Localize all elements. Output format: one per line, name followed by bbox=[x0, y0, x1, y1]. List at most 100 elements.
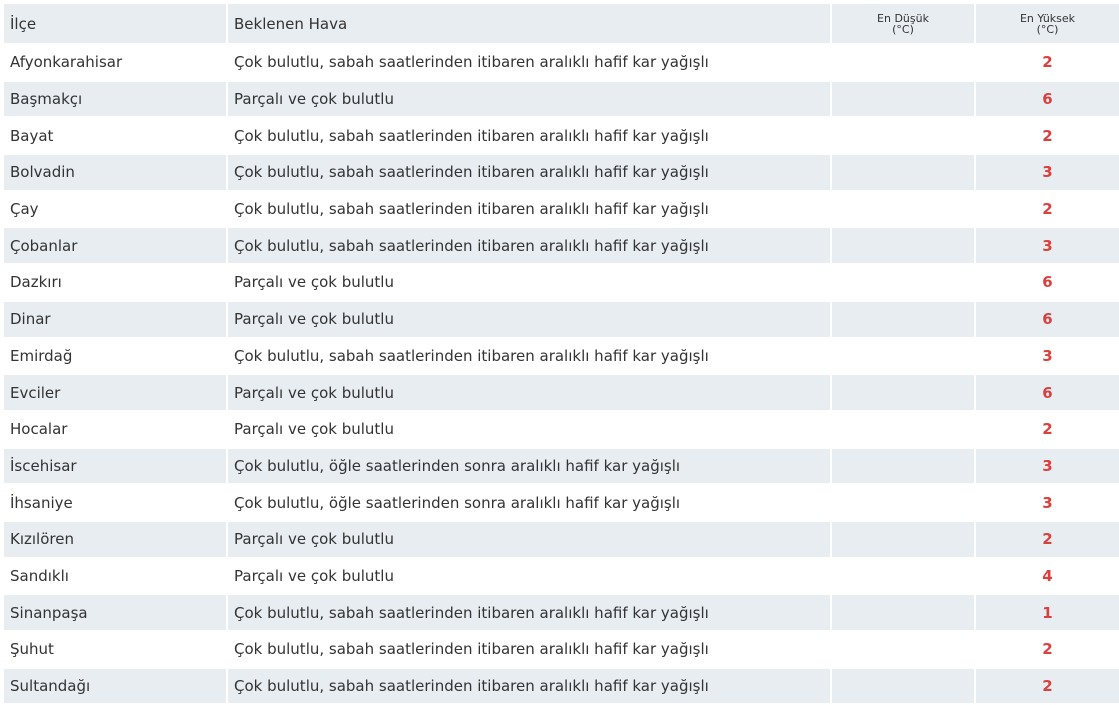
min-temp-cell bbox=[832, 338, 974, 374]
forecast-table: İlçe Beklenen Hava En Düşük (°C) En Yüks… bbox=[2, 2, 1119, 705]
min-temp-cell bbox=[832, 375, 974, 410]
min-temp-cell bbox=[832, 668, 974, 704]
max-temp-cell: 6 bbox=[976, 265, 1119, 300]
min-temp-cell bbox=[832, 485, 974, 520]
max-temp-cell: 6 bbox=[976, 301, 1119, 337]
header-max-temp-unit: (°C) bbox=[1036, 22, 1059, 36]
table-row: Bayat Çok bulutlu, sabah saatlerinden it… bbox=[4, 118, 1119, 154]
max-temp-cell: 3 bbox=[976, 228, 1119, 264]
table-row: Başmakçı Parçalı ve çok bulutlu 6 bbox=[4, 81, 1119, 117]
table-row: Çay Çok bulutlu, sabah saatlerinden itib… bbox=[4, 191, 1119, 227]
weather-cell: Parçalı ve çok bulutlu bbox=[228, 375, 830, 410]
weather-cell: Çok bulutlu, sabah saatlerinden itibaren… bbox=[228, 668, 830, 704]
district-cell: Evciler bbox=[4, 375, 226, 410]
weather-cell: Çok bulutlu, sabah saatlerinden itibaren… bbox=[228, 45, 830, 80]
weather-cell: Parçalı ve çok bulutlu bbox=[228, 301, 830, 337]
header-max-temp: En Yüksek (°C) bbox=[976, 4, 1119, 43]
weather-cell: Parçalı ve çok bulutlu bbox=[228, 558, 830, 594]
max-temp-cell: 2 bbox=[976, 411, 1119, 447]
weather-cell: Çok bulutlu, sabah saatlerinden itibaren… bbox=[228, 338, 830, 374]
min-temp-cell bbox=[832, 191, 974, 227]
district-cell: Sandıklı bbox=[4, 558, 226, 594]
weather-cell: Çok bulutlu, sabah saatlerinden itibaren… bbox=[228, 118, 830, 154]
max-temp-cell: 3 bbox=[976, 485, 1119, 520]
district-cell: Emirdağ bbox=[4, 338, 226, 374]
max-temp-cell: 1 bbox=[976, 595, 1119, 630]
table-row: Afyonkarahisar Çok bulutlu, sabah saatle… bbox=[4, 45, 1119, 80]
district-cell: Afyonkarahisar bbox=[4, 45, 226, 80]
max-temp-cell: 3 bbox=[976, 448, 1119, 484]
min-temp-cell bbox=[832, 228, 974, 264]
district-cell: İscehisar bbox=[4, 448, 226, 484]
min-temp-cell bbox=[832, 521, 974, 557]
max-temp-cell: 2 bbox=[976, 191, 1119, 227]
max-temp-cell: 2 bbox=[976, 632, 1119, 667]
table-row: Şuhut Çok bulutlu, sabah saatlerinden it… bbox=[4, 632, 1119, 667]
district-cell: Hocalar bbox=[4, 411, 226, 447]
weather-cell: Çok bulutlu, sabah saatlerinden itibaren… bbox=[228, 228, 830, 264]
table-row: Dazkırı Parçalı ve çok bulutlu 6 bbox=[4, 265, 1119, 300]
table-row: Evciler Parçalı ve çok bulutlu 6 bbox=[4, 375, 1119, 410]
district-cell: Sultandağı bbox=[4, 668, 226, 704]
max-temp-cell: 6 bbox=[976, 81, 1119, 117]
weather-cell: Çok bulutlu, sabah saatlerinden itibaren… bbox=[228, 632, 830, 667]
weather-cell: Parçalı ve çok bulutlu bbox=[228, 265, 830, 300]
district-cell: Dinar bbox=[4, 301, 226, 337]
table-row: Hocalar Parçalı ve çok bulutlu 2 bbox=[4, 411, 1119, 447]
table-row: Emirdağ Çok bulutlu, sabah saatlerinden … bbox=[4, 338, 1119, 374]
table-row: Kızılören Parçalı ve çok bulutlu 2 bbox=[4, 521, 1119, 557]
min-temp-cell bbox=[832, 155, 974, 190]
max-temp-cell: 2 bbox=[976, 45, 1119, 80]
header-min-temp-unit: (°C) bbox=[892, 22, 914, 36]
district-cell: Çay bbox=[4, 191, 226, 227]
district-cell: Sinanpaşa bbox=[4, 595, 226, 630]
district-cell: İhsaniye bbox=[4, 485, 226, 520]
district-cell: Kızılören bbox=[4, 521, 226, 557]
table-row: Sandıklı Parçalı ve çok bulutlu 4 bbox=[4, 558, 1119, 594]
header-max-temp-label: En Yüksek bbox=[1019, 11, 1076, 25]
min-temp-cell bbox=[832, 265, 974, 300]
min-temp-cell bbox=[832, 81, 974, 117]
weather-cell: Çok bulutlu, sabah saatlerinden itibaren… bbox=[228, 191, 830, 227]
table-row: Dinar Parçalı ve çok bulutlu 6 bbox=[4, 301, 1119, 337]
district-cell: Dazkırı bbox=[4, 265, 226, 300]
min-temp-cell bbox=[832, 411, 974, 447]
min-temp-cell bbox=[832, 632, 974, 667]
max-temp-cell: 2 bbox=[976, 521, 1119, 557]
max-temp-cell: 3 bbox=[976, 338, 1119, 374]
min-temp-cell bbox=[832, 448, 974, 484]
min-temp-cell bbox=[832, 301, 974, 337]
weather-cell: Çok bulutlu, sabah saatlerinden itibaren… bbox=[228, 595, 830, 630]
table-row: İscehisar Çok bulutlu, öğle saatlerinden… bbox=[4, 448, 1119, 484]
weather-cell: Çok bulutlu, öğle saatlerinden sonra ara… bbox=[228, 448, 830, 484]
min-temp-cell bbox=[832, 595, 974, 630]
weather-cell: Parçalı ve çok bulutlu bbox=[228, 411, 830, 447]
weather-cell: Çok bulutlu, öğle saatlerinden sonra ara… bbox=[228, 485, 830, 520]
header-min-temp: En Düşük (°C) bbox=[832, 4, 974, 43]
header-district: İlçe bbox=[4, 4, 226, 43]
weather-cell: Parçalı ve çok bulutlu bbox=[228, 81, 830, 117]
max-temp-cell: 6 bbox=[976, 375, 1119, 410]
weather-cell: Parçalı ve çok bulutlu bbox=[228, 521, 830, 557]
weather-cell: Çok bulutlu, sabah saatlerinden itibaren… bbox=[228, 155, 830, 190]
table-row: Sultandağı Çok bulutlu, sabah saatlerind… bbox=[4, 668, 1119, 704]
min-temp-cell bbox=[832, 45, 974, 80]
max-temp-cell: 2 bbox=[976, 668, 1119, 704]
max-temp-cell: 4 bbox=[976, 558, 1119, 594]
header-min-temp-label: En Düşük bbox=[877, 11, 929, 25]
district-cell: Başmakçı bbox=[4, 81, 226, 117]
min-temp-cell bbox=[832, 558, 974, 594]
min-temp-cell bbox=[832, 118, 974, 154]
max-temp-cell: 3 bbox=[976, 155, 1119, 190]
table-row: İhsaniye Çok bulutlu, öğle saatlerinden … bbox=[4, 485, 1119, 520]
table-row: Bolvadin Çok bulutlu, sabah saatlerinden… bbox=[4, 155, 1119, 190]
district-cell: Şuhut bbox=[4, 632, 226, 667]
table-row: Çobanlar Çok bulutlu, sabah saatlerinden… bbox=[4, 228, 1119, 264]
header-weather: Beklenen Hava bbox=[228, 4, 830, 43]
table-body: Afyonkarahisar Çok bulutlu, sabah saatle… bbox=[4, 45, 1119, 704]
max-temp-cell: 2 bbox=[976, 118, 1119, 154]
district-cell: Bolvadin bbox=[4, 155, 226, 190]
district-cell: Çobanlar bbox=[4, 228, 226, 264]
table-header-row: İlçe Beklenen Hava En Düşük (°C) En Yüks… bbox=[4, 4, 1119, 43]
table-row: Sinanpaşa Çok bulutlu, sabah saatlerinde… bbox=[4, 595, 1119, 630]
